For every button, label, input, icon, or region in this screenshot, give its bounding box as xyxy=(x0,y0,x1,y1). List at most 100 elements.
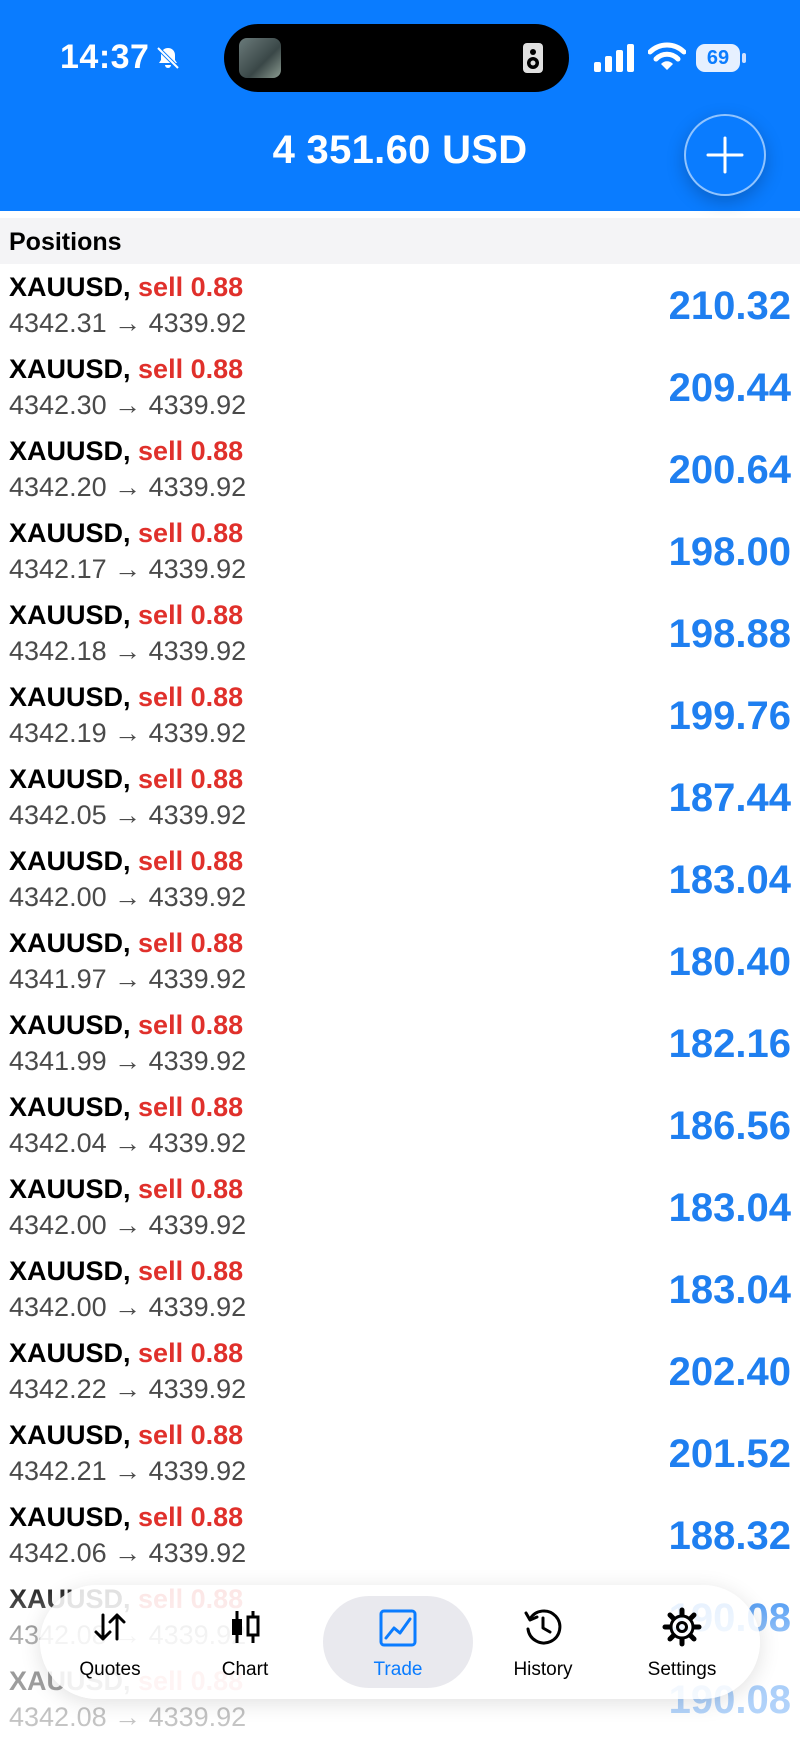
position-row[interactable]: XAUUSD, sell 0.88 4341.97 → 4339.92 180.40 xyxy=(0,920,800,1002)
position-symbol: XAUUSD, xyxy=(9,272,131,302)
position-prices: 4342.21 → 4339.92 xyxy=(9,1456,247,1486)
candlestick-icon xyxy=(232,1611,260,1643)
position-row[interactable]: XAUUSD, sell 0.88 4342.20 → 4339.92 200.64 xyxy=(0,428,800,510)
position-row[interactable]: XAUUSD, sell 0.88 4342.19 → 4339.92 199.76 xyxy=(0,674,800,756)
positions-section-header: Positions xyxy=(0,218,800,264)
position-prices: 4342.17 → 4339.92 xyxy=(9,554,247,584)
quotes-arrows-icon xyxy=(94,1613,126,1641)
position-prices: 4342.06 → 4339.92 xyxy=(9,1538,247,1568)
position-symbol: XAUUSD, xyxy=(9,1338,131,1368)
tab-settings[interactable]: Settings xyxy=(612,1585,752,1699)
position-title: XAUUSD, sell 0.88 xyxy=(9,1420,243,1451)
status-time: 14:37 xyxy=(60,38,150,76)
position-profit: 198.00 xyxy=(668,530,791,574)
position-prices: 4342.00 → 4339.92 xyxy=(9,882,247,912)
position-side: sell 0.88 xyxy=(138,1174,244,1204)
wifi-icon xyxy=(648,42,686,70)
position-side: sell 0.88 xyxy=(138,1502,244,1532)
position-prices: 4342.08 → 4339.92 xyxy=(9,1702,247,1732)
position-symbol: XAUUSD, xyxy=(9,764,131,794)
tab-label: Trade xyxy=(373,1659,423,1680)
position-prices: 4342.22 → 4339.92 xyxy=(9,1374,247,1404)
dynamic-island xyxy=(224,24,569,92)
position-row[interactable]: XAUUSD, sell 0.88 4342.04 → 4339.92 186.56 xyxy=(0,1084,800,1166)
bell-muted-icon xyxy=(156,46,180,70)
position-side: sell 0.88 xyxy=(138,682,244,712)
position-symbol: XAUUSD, xyxy=(9,1092,131,1122)
speaker-icon xyxy=(523,43,543,73)
position-profit: 183.04 xyxy=(668,1268,791,1312)
history-clock-icon xyxy=(524,1609,562,1645)
position-title: XAUUSD, sell 0.88 xyxy=(9,518,243,549)
position-symbol: XAUUSD, xyxy=(9,1174,131,1204)
position-profit: 202.40 xyxy=(668,1350,791,1394)
battery-indicator: 69 xyxy=(696,44,746,72)
position-row[interactable]: XAUUSD, sell 0.88 4342.00 → 4339.92 183.04 xyxy=(0,1166,800,1248)
position-row[interactable]: XAUUSD, sell 0.88 4342.00 → 4339.92 183.04 xyxy=(0,1248,800,1330)
gear-icon xyxy=(662,1607,702,1647)
position-title: XAUUSD, sell 0.88 xyxy=(9,272,243,303)
tab-label: Quotes xyxy=(79,1659,141,1680)
position-row[interactable]: XAUUSD, sell 0.88 4342.17 → 4339.92 198.00 xyxy=(0,510,800,592)
tab-chart[interactable]: Chart xyxy=(175,1585,315,1699)
position-symbol: XAUUSD, xyxy=(9,928,131,958)
position-title: XAUUSD, sell 0.88 xyxy=(9,682,243,713)
position-prices: 4342.00 → 4339.92 xyxy=(9,1210,247,1240)
position-row[interactable]: XAUUSD, sell 0.88 4342.21 → 4339.92 201.52 xyxy=(0,1412,800,1494)
position-row[interactable]: XAUUSD, sell 0.88 4342.31 → 4339.92 210.32 xyxy=(0,264,800,346)
position-prices: 4342.31 → 4339.92 xyxy=(9,308,247,338)
position-side: sell 0.88 xyxy=(138,928,244,958)
position-row[interactable]: XAUUSD, sell 0.88 4342.06 → 4339.92 188.32 xyxy=(0,1494,800,1576)
position-profit: 183.04 xyxy=(668,858,791,902)
position-row[interactable]: XAUUSD, sell 0.88 4342.22 → 4339.92 202.40 xyxy=(0,1330,800,1412)
position-title: XAUUSD, sell 0.88 xyxy=(9,436,243,467)
app-header: 14:37 69 4 351.60 USD xyxy=(0,0,800,211)
status-bar: 14:37 69 xyxy=(0,0,800,100)
position-profit: 209.44 xyxy=(668,366,791,410)
position-symbol: XAUUSD, xyxy=(9,436,131,466)
position-side: sell 0.88 xyxy=(138,436,244,466)
trade-chart-icon xyxy=(379,1609,417,1647)
position-row[interactable]: XAUUSD, sell 0.88 4342.30 → 4339.92 209.44 xyxy=(0,346,800,428)
tab-label: History xyxy=(513,1659,573,1680)
tab-quotes[interactable]: Quotes xyxy=(40,1585,180,1699)
position-symbol: XAUUSD, xyxy=(9,600,131,630)
position-symbol: XAUUSD, xyxy=(9,682,131,712)
tab-history[interactable]: History xyxy=(473,1585,613,1699)
cellular-signal-icon xyxy=(594,44,634,72)
position-profit: 200.64 xyxy=(668,448,791,492)
tab-trade[interactable]: Trade xyxy=(323,1596,473,1688)
plus-icon xyxy=(706,136,744,174)
position-symbol: XAUUSD, xyxy=(9,518,131,548)
position-side: sell 0.88 xyxy=(138,1338,244,1368)
new-order-button[interactable] xyxy=(684,114,766,196)
now-playing-thumbnail xyxy=(239,38,281,78)
battery-tip xyxy=(742,53,746,63)
position-profit: 186.56 xyxy=(668,1104,791,1148)
position-row[interactable]: XAUUSD, sell 0.88 4342.05 → 4339.92 187.44 xyxy=(0,756,800,838)
position-prices: 4342.05 → 4339.92 xyxy=(9,800,247,830)
position-symbol: XAUUSD, xyxy=(9,1256,131,1286)
position-title: XAUUSD, sell 0.88 xyxy=(9,846,243,877)
battery-level: 69 xyxy=(696,44,740,72)
position-row[interactable]: XAUUSD, sell 0.88 4341.99 → 4339.92 182.16 xyxy=(0,1002,800,1084)
tab-label: Chart xyxy=(221,1659,269,1680)
position-title: XAUUSD, sell 0.88 xyxy=(9,1174,243,1205)
position-symbol: XAUUSD, xyxy=(9,1502,131,1532)
position-side: sell 0.88 xyxy=(138,518,244,548)
position-profit: 201.52 xyxy=(668,1432,791,1476)
position-side: sell 0.88 xyxy=(138,764,244,794)
position-row[interactable]: XAUUSD, sell 0.88 4342.00 → 4339.92 183.04 xyxy=(0,838,800,920)
position-prices: 4342.04 → 4339.92 xyxy=(9,1128,247,1158)
position-profit: 183.04 xyxy=(668,1186,791,1230)
position-profit: 188.32 xyxy=(668,1514,791,1558)
position-side: sell 0.88 xyxy=(138,1256,244,1286)
position-side: sell 0.88 xyxy=(138,354,244,384)
position-title: XAUUSD, sell 0.88 xyxy=(9,354,243,385)
position-side: sell 0.88 xyxy=(138,1010,244,1040)
position-prices: 4342.18 → 4339.92 xyxy=(9,636,247,666)
position-prices: 4341.97 → 4339.92 xyxy=(9,964,247,994)
position-prices: 4342.00 → 4339.92 xyxy=(9,1292,247,1322)
position-row[interactable]: XAUUSD, sell 0.88 4342.18 → 4339.92 198.88 xyxy=(0,592,800,674)
account-balance: 4 351.60 USD xyxy=(272,128,528,172)
